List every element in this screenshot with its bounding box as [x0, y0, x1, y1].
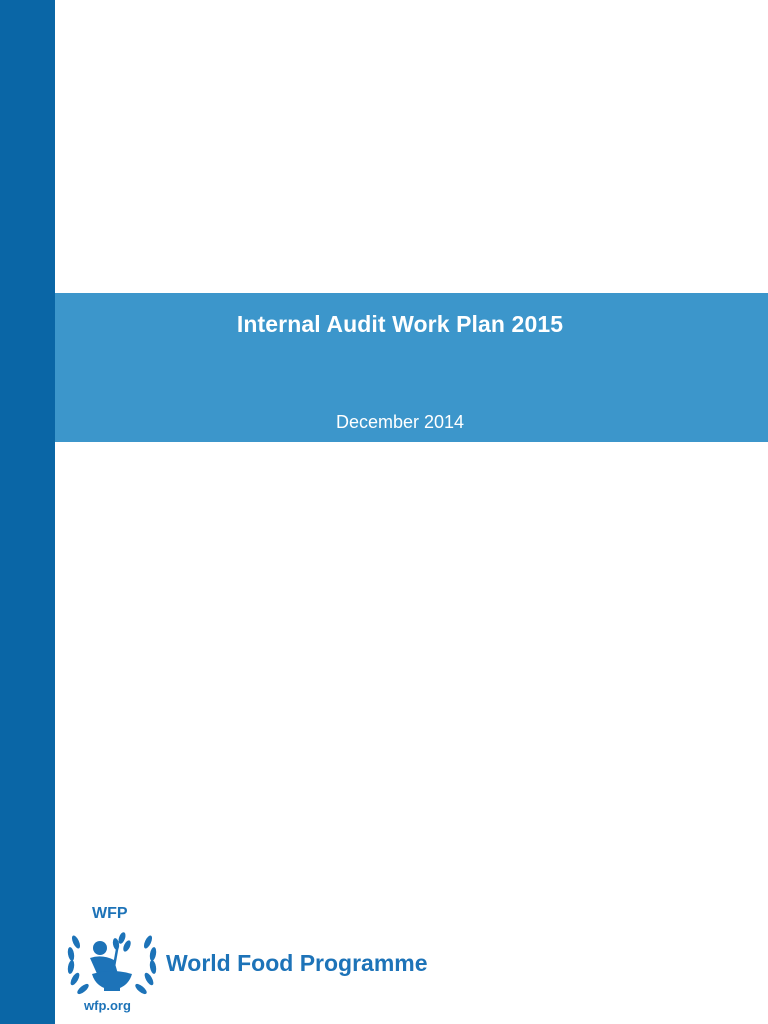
wfp-logo: WFP wfp.org World Food Programme — [62, 902, 502, 1018]
logo-url: wfp.org — [84, 998, 131, 1013]
organization-name: World Food Programme — [166, 950, 428, 976]
document-title: Internal Audit Work Plan 2015 — [236, 311, 564, 337]
title-band: Internal Audit Work Plan 2015 December 2… — [55, 293, 768, 442]
logo-acronym: WFP — [92, 905, 128, 922]
un-wreath-emblem-icon — [67, 932, 157, 995]
side-accent-bar — [0, 0, 55, 1024]
document-date: December 2014 — [335, 412, 465, 432]
